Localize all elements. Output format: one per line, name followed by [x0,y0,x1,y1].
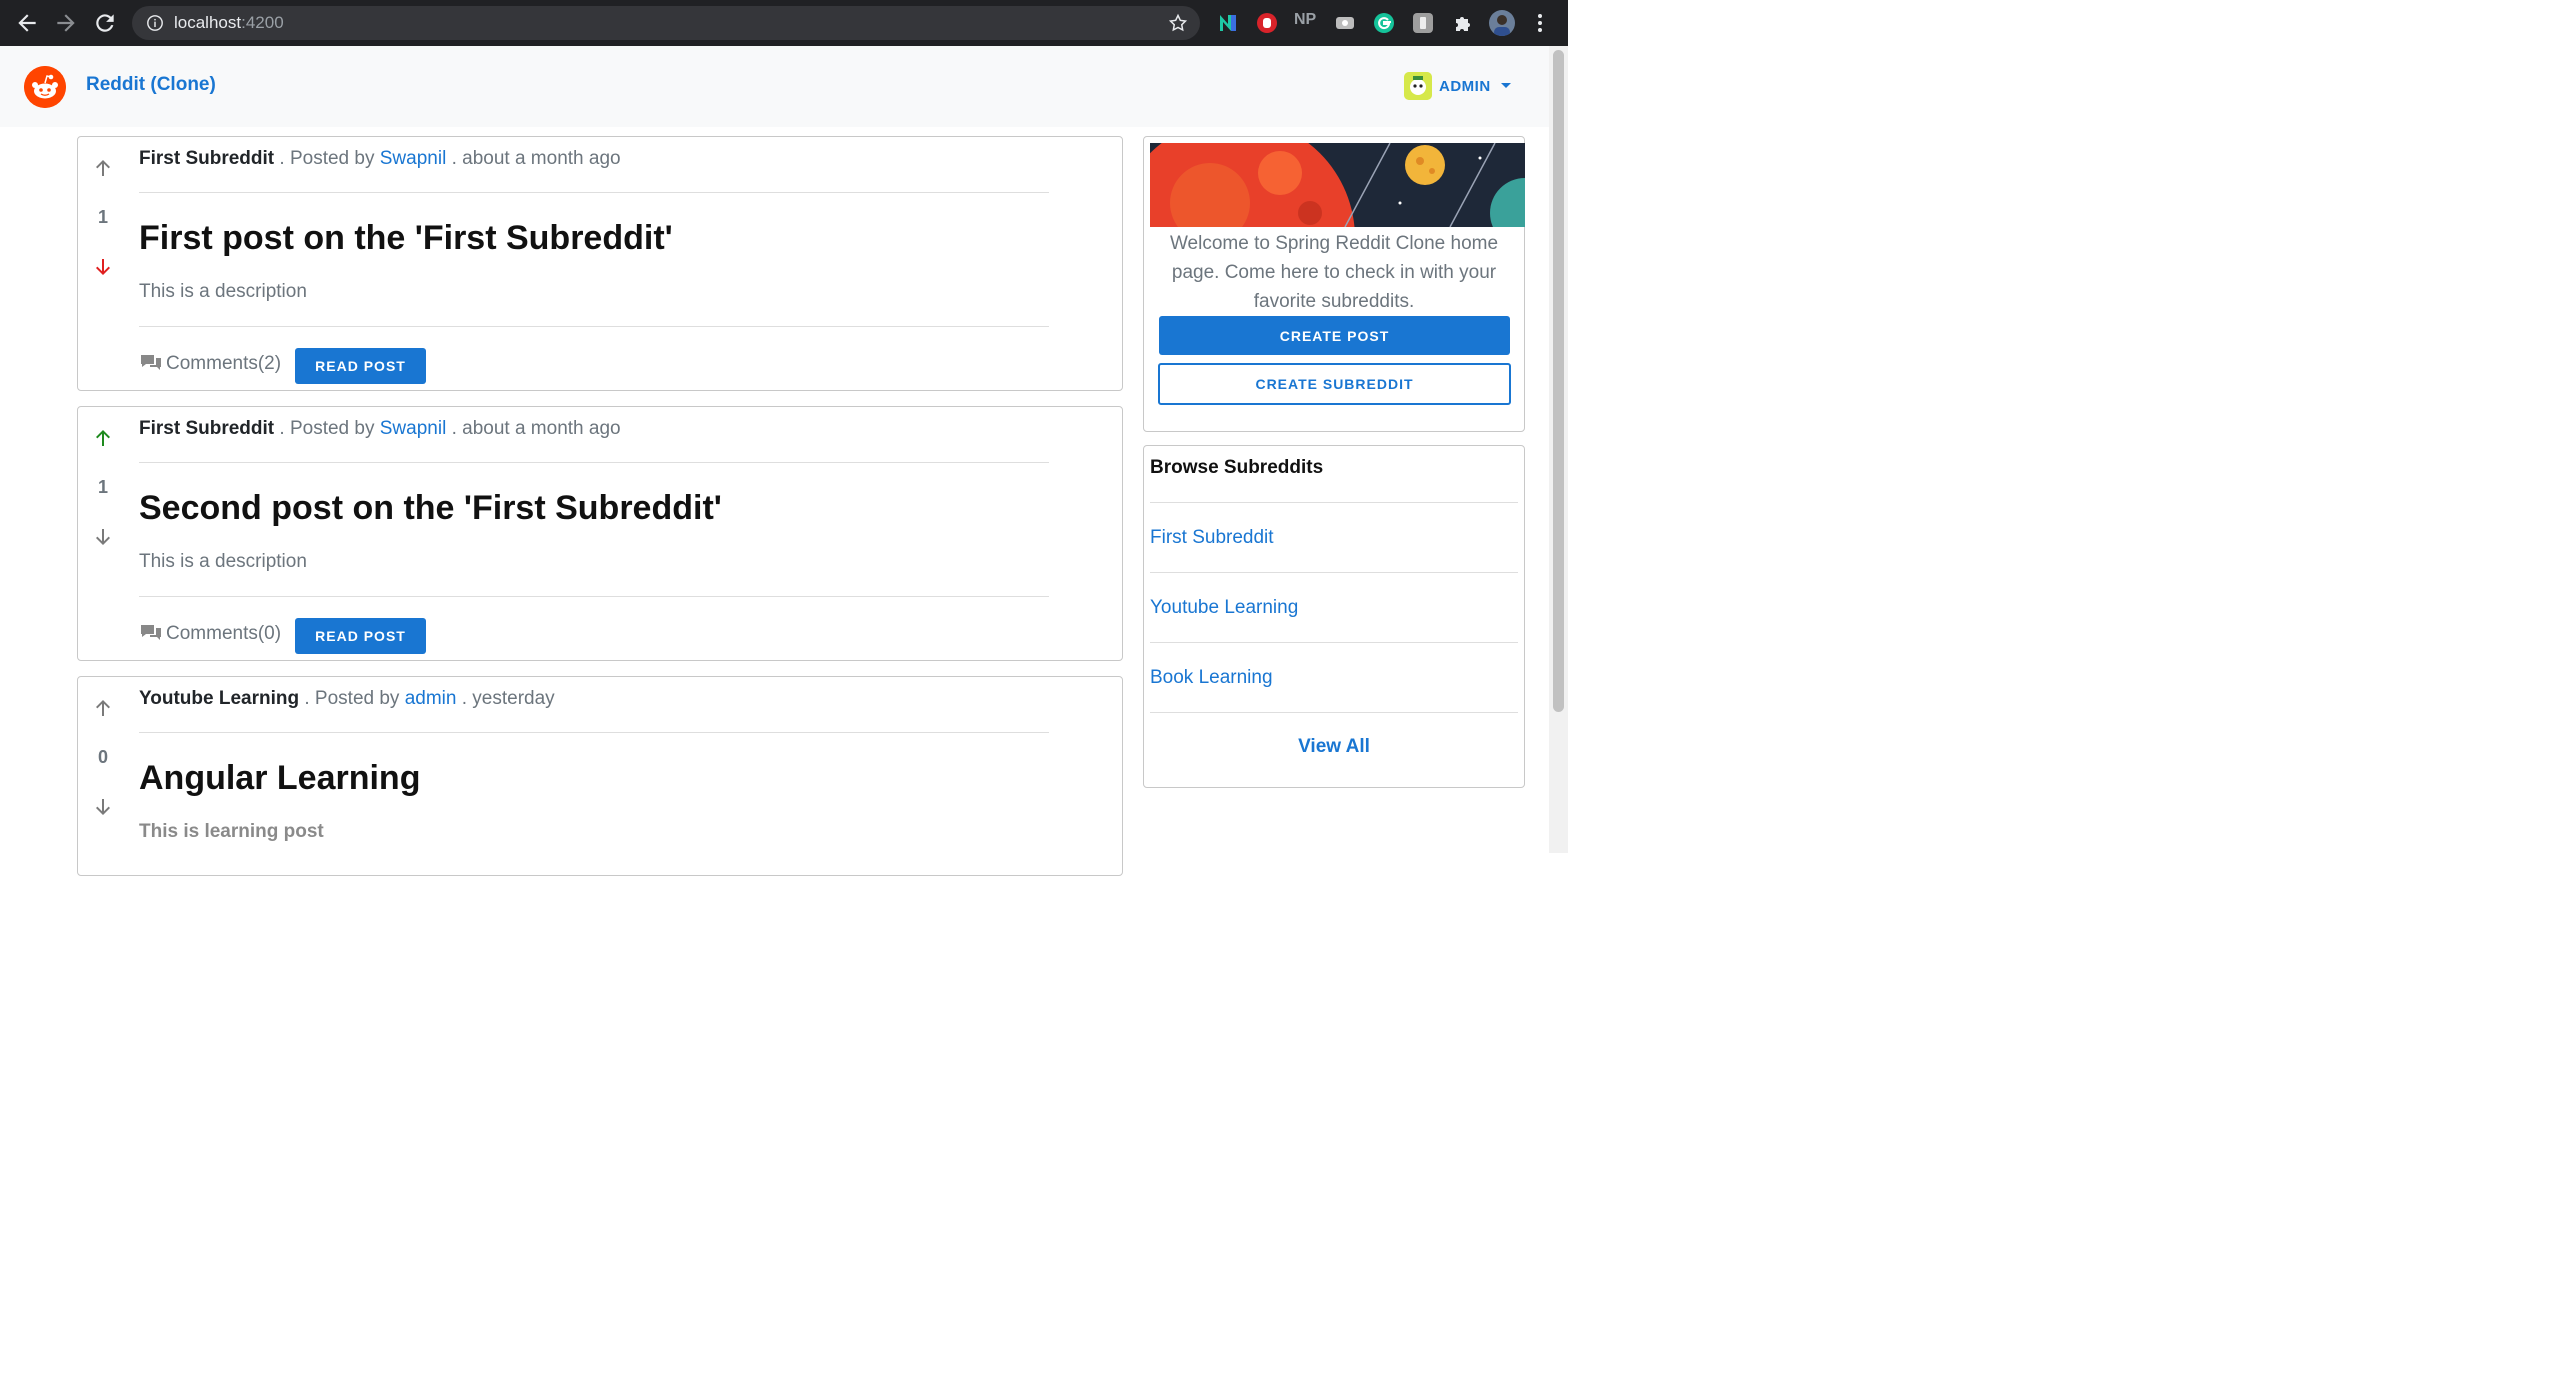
forward-icon[interactable] [53,10,79,36]
chevron-down-icon[interactable] [1501,83,1511,88]
divider [139,596,1049,597]
reload-icon[interactable] [92,10,118,36]
info-icon[interactable] [146,14,164,32]
welcome-text: Welcome to Spring Reddit Clone home page… [1169,233,1499,312]
post-card: 1 First Subreddit . Posted by Swapnil . … [77,136,1123,391]
divider [1150,502,1518,503]
divider [1150,712,1518,713]
post-author-link[interactable]: admin [405,688,457,709]
user-menu-toggle[interactable]: ADMIN [1439,78,1491,95]
post-subreddit-link[interactable]: First Subreddit [139,148,274,169]
downvote-arrow-down-icon[interactable] [93,257,113,277]
post-comments-link[interactable]: Comments(0) [139,623,281,645]
create-subreddit-button[interactable]: CREATE SUBREDDIT [1158,363,1511,405]
create-post-button[interactable]: CREATE POST [1159,316,1510,355]
post-description: This is a description [139,281,307,302]
vote-count: 0 [97,747,108,767]
browse-subreddits-card: Browse Subreddits First Subreddit Youtub… [1143,445,1525,788]
post-description: This is a description [139,551,307,572]
browser-toolbar: localhost:4200 NP [0,0,1568,46]
divider [139,192,1049,193]
browse-subreddits-title: Browse Subreddits [1150,457,1324,478]
post-subreddit-link[interactable]: Youtube Learning [139,688,299,709]
upvote-arrow-up-icon[interactable] [93,428,113,448]
divider [1150,572,1518,573]
downvote-arrow-down-icon[interactable] [93,797,113,817]
comments-count: Comments(2) [166,353,282,374]
posted-by-text: . Posted by [304,688,400,709]
page-scrollbar-thumb[interactable] [1553,50,1564,712]
bookmark-star-icon[interactable] [1168,13,1188,33]
app-header: Reddit (Clone) ADMIN [0,46,1549,127]
posted-by-text: . Posted by [279,148,375,169]
extension-np-icon[interactable]: NP [1294,11,1316,29]
post-time: . about a month ago [451,148,621,169]
comments-icon [141,355,161,370]
upvote-arrow-up-icon[interactable] [93,158,113,178]
vote-count: 1 [97,207,108,227]
extensions-puzzle-icon[interactable] [1452,12,1474,34]
vote-count: 1 [97,477,108,497]
read-post-button[interactable]: READ POST [295,348,426,384]
read-post-button[interactable]: READ POST [295,618,426,654]
url-text: localhost:4200 [174,13,284,32]
profile-avatar[interactable] [1489,10,1515,36]
post-subreddit-link[interactable]: First Subreddit [139,418,274,439]
back-icon[interactable] [14,10,40,36]
subreddit-link[interactable]: First Subreddit [1150,527,1274,549]
address-bar[interactable]: localhost:4200 [132,6,1200,40]
divider [1150,642,1518,643]
grammarly-icon[interactable] [1373,12,1395,34]
post-title[interactable]: Angular Learning [139,759,420,798]
post-card: 0 Youtube Learning . Posted by admin . y… [77,676,1123,876]
post-time: . about a month ago [451,418,621,439]
post-meta: First Subreddit . Posted by Swapnil . ab… [139,148,621,170]
subreddit-link[interactable]: Book Learning [1150,667,1273,689]
post-meta: First Subreddit . Posted by Swapnil . ab… [139,418,621,440]
post-time: . yesterday [461,688,555,709]
reddit-logo-icon[interactable] [24,66,66,108]
post-description: This is learning post [139,821,324,842]
divider [139,462,1049,463]
post-title[interactable]: Second post on the 'First Subreddit' [139,489,722,528]
subreddit-link[interactable]: Youtube Learning [1150,597,1298,619]
brand-link[interactable]: Reddit (Clone) [86,74,216,96]
divider [139,732,1049,733]
extension-card-icon[interactable] [1334,12,1356,34]
welcome-card: Welcome to Spring Reddit Clone home page… [1143,136,1525,432]
comments-icon [141,625,161,640]
post-title[interactable]: First post on the 'First Subreddit' [139,219,673,258]
space-banner-image [1150,143,1525,227]
post-card: 1 First Subreddit . Posted by Swapnil . … [77,406,1123,661]
posted-by-text: . Posted by [279,418,375,439]
more-menu-icon[interactable] [1535,12,1545,34]
extension-n-icon[interactable] [1217,12,1239,34]
comments-count: Comments(0) [166,623,282,644]
user-avatar[interactable] [1404,72,1432,100]
post-author-link[interactable]: Swapnil [380,418,447,439]
post-author-link[interactable]: Swapnil [380,148,447,169]
divider [139,326,1049,327]
post-meta: Youtube Learning . Posted by admin . yes… [139,688,555,710]
downvote-arrow-down-icon[interactable] [93,527,113,547]
extension-key-icon[interactable] [1412,12,1434,34]
extension-stop-hand-icon[interactable] [1256,12,1278,34]
upvote-arrow-up-icon[interactable] [93,698,113,718]
view-all-link[interactable]: View All [1144,736,1524,758]
post-comments-link[interactable]: Comments(2) [139,353,281,375]
